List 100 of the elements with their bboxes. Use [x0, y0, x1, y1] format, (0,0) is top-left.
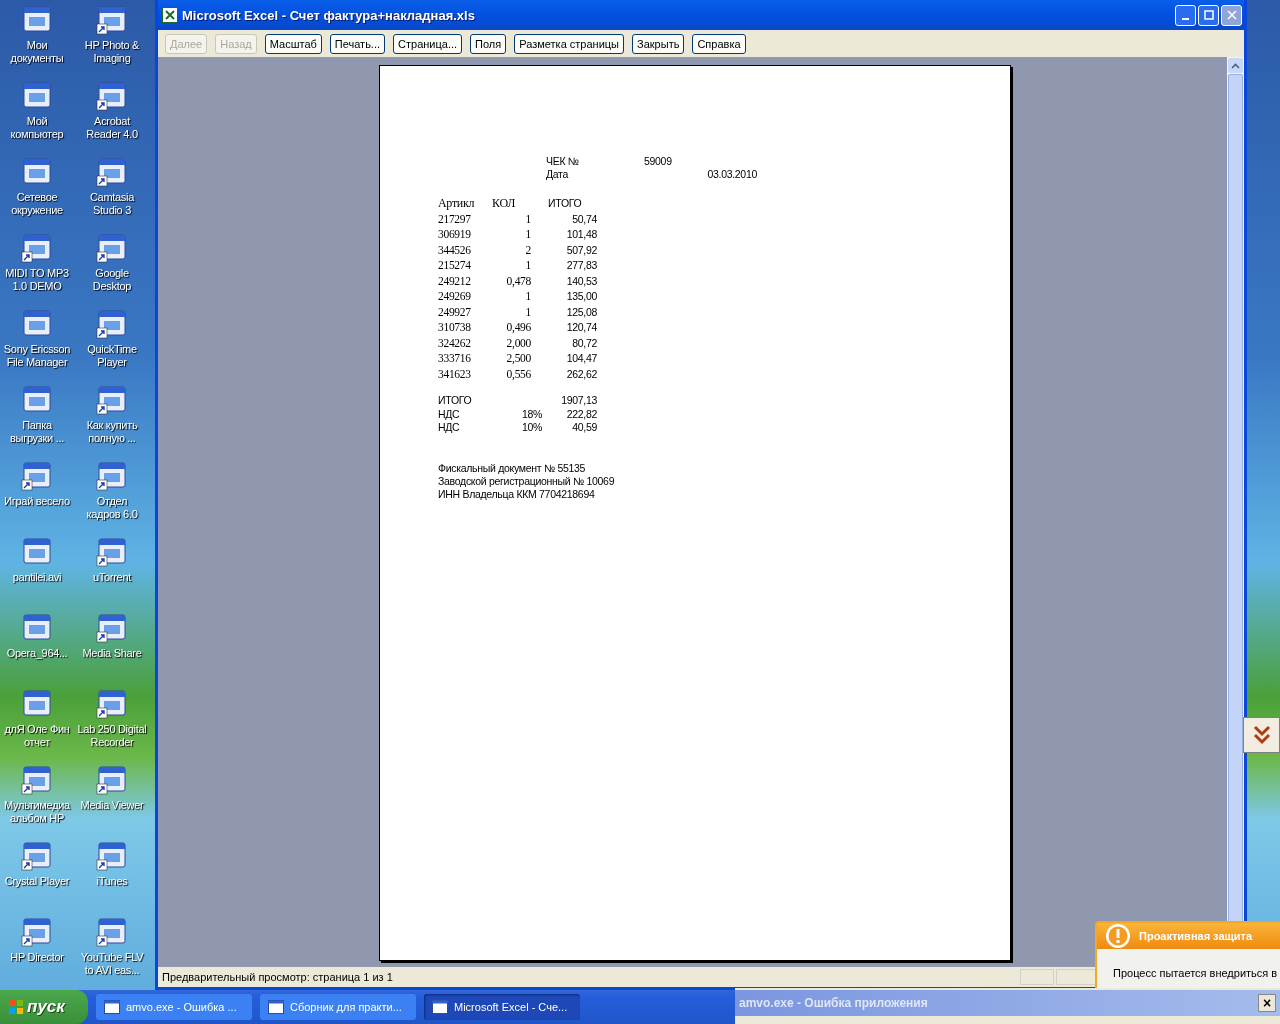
footer-line: Заводской регистрационный № 10069 [438, 474, 616, 488]
program-icon[interactable] [21, 3, 53, 35]
maximize-icon [1203, 10, 1214, 20]
close-button[interactable]: × [1258, 994, 1276, 1012]
program-icon[interactable] [96, 459, 128, 491]
tax-rate: 10% [521, 421, 542, 433]
table-cell-text: 0,478 [505, 273, 532, 289]
receipt-label: Дата [546, 168, 570, 180]
toolbar-button[interactable]: Страница... [393, 33, 463, 54]
double-chevron-icon[interactable] [1243, 717, 1280, 753]
icon-label: HP Photo & Imaging [84, 39, 140, 65]
taskbar-button[interactable]: Сборник для практи... [260, 994, 416, 1020]
toolbar-button[interactable]: Справка [692, 33, 746, 54]
summary-value: 222,82 [565, 407, 597, 421]
icon-label: YouTube FLV to AVI eas... [80, 951, 144, 977]
toolbar-button[interactable]: Поля [470, 33, 507, 54]
minimize-icon [1182, 18, 1189, 20]
table-cell-text: 324262 [438, 335, 472, 351]
icon-label: Отдел кадров 6.0 [86, 495, 138, 521]
table-cell-text: 249212 [438, 273, 472, 289]
close-icon [1226, 10, 1237, 20]
maximize-button[interactable] [1198, 4, 1219, 26]
program-icon[interactable] [21, 383, 53, 415]
icon-label: Папка выгрузки ... [10, 419, 64, 445]
table-cell-text: 135,00 [565, 289, 597, 304]
table-cell-text: 80,72 [571, 335, 597, 351]
program-icon[interactable] [21, 231, 53, 263]
icon-label: Мои документы [10, 39, 64, 65]
icon-label: pantilei.avi [12, 571, 62, 584]
close-button[interactable] [1221, 4, 1242, 26]
icon-label: Lab 250 Digital Recorder [77, 723, 147, 749]
summary-label: НДС [438, 407, 461, 421]
program-icon[interactable] [96, 155, 128, 187]
program-icon[interactable] [21, 79, 53, 111]
status-text: Предварительный просмотр: страница 1 из 1 [162, 971, 394, 983]
taskbar-button[interactable]: amvo.exe - Ошибка ... [96, 994, 252, 1020]
program-icon[interactable] [96, 307, 128, 339]
status-bar-panel [1020, 969, 1054, 985]
table-cell-text: 140,53 [565, 273, 597, 289]
program-icon[interactable] [21, 915, 53, 947]
program-icon[interactable] [96, 611, 128, 643]
toolbar-button[interactable]: Закрыть [632, 33, 685, 54]
program-icon[interactable] [21, 611, 53, 643]
toolbar-button[interactable]: Печать... [329, 33, 386, 54]
icon-label: Google Desktop [92, 267, 132, 293]
icon-label: Crystal Player [4, 875, 70, 888]
icon-label: uTorrent [93, 571, 131, 584]
receipt-label: ЧЕК № [546, 155, 580, 167]
program-icon[interactable] [21, 307, 53, 339]
table-cell-text: 249927 [438, 304, 472, 320]
window-icon [104, 1000, 120, 1014]
icon-label: Acrobat Reader 4.0 [86, 115, 138, 141]
table-cell-text: 306919 [438, 227, 472, 242]
toolbar-button[interactable]: Масштаб [264, 33, 322, 54]
table-cell-text: 0,496 [505, 320, 532, 335]
program-icon[interactable] [21, 155, 53, 187]
window-icon [268, 1000, 284, 1014]
windows-logo-icon [8, 999, 24, 1015]
program-icon[interactable] [96, 535, 128, 567]
start-button[interactable]: пуск [0, 990, 88, 1024]
icon-label: Мой компьютер [10, 115, 64, 141]
program-icon[interactable] [96, 915, 128, 947]
table-cell-text: 1 [524, 227, 532, 242]
icon-label: Сетевое окружение [11, 191, 63, 217]
icon-label: QuickTime Player [87, 343, 137, 369]
taskbar-button[interactable]: Microsoft Excel - Сче... [424, 994, 580, 1020]
program-icon[interactable] [21, 535, 53, 567]
table-cell-text: 1 [524, 258, 532, 273]
program-icon[interactable] [96, 687, 128, 719]
dialog-title: amvo.exe - Ошибка приложения [739, 996, 928, 1010]
program-icon[interactable] [96, 231, 128, 263]
program-icon[interactable] [21, 763, 53, 795]
table-cell-text: 50,74 [571, 211, 597, 227]
table-cell-text: 101,48 [565, 227, 597, 242]
icon-label: Media Share [82, 647, 142, 660]
table-cell-text: 2,000 [505, 335, 532, 351]
table-cell-text: 1 [524, 211, 532, 227]
program-icon[interactable] [21, 839, 53, 871]
icon-label: Мультимедиа альбом HP [4, 799, 70, 825]
icon-label: длЯ Оле Фин отчет [4, 723, 70, 749]
program-icon[interactable] [21, 687, 53, 719]
icon-label: Как купить полную ... [86, 419, 138, 445]
program-icon[interactable] [96, 383, 128, 415]
table-cell-text: 217297 [438, 211, 472, 227]
table-cell-text: 1 [524, 289, 532, 304]
table-cell-text: 507,92 [565, 242, 597, 258]
icon-label: Camtasia Studio 3 [89, 191, 135, 217]
program-icon[interactable] [96, 3, 128, 35]
table-cell-text: 310738 [438, 320, 472, 335]
program-icon[interactable] [96, 839, 128, 871]
footer-line: Фискальный документ № 55135 [438, 461, 587, 475]
program-icon[interactable] [96, 79, 128, 111]
program-icon[interactable] [21, 459, 53, 491]
table-cell-text: 277,83 [565, 258, 597, 273]
icon-label: iTunes [96, 875, 128, 888]
table-cell-text: 333716 [438, 351, 472, 366]
toolbar-button[interactable]: Разметка страницы [514, 33, 625, 54]
summary-label: НДС [438, 421, 461, 435]
program-icon[interactable] [96, 763, 128, 795]
minimize-button[interactable] [1175, 4, 1196, 26]
